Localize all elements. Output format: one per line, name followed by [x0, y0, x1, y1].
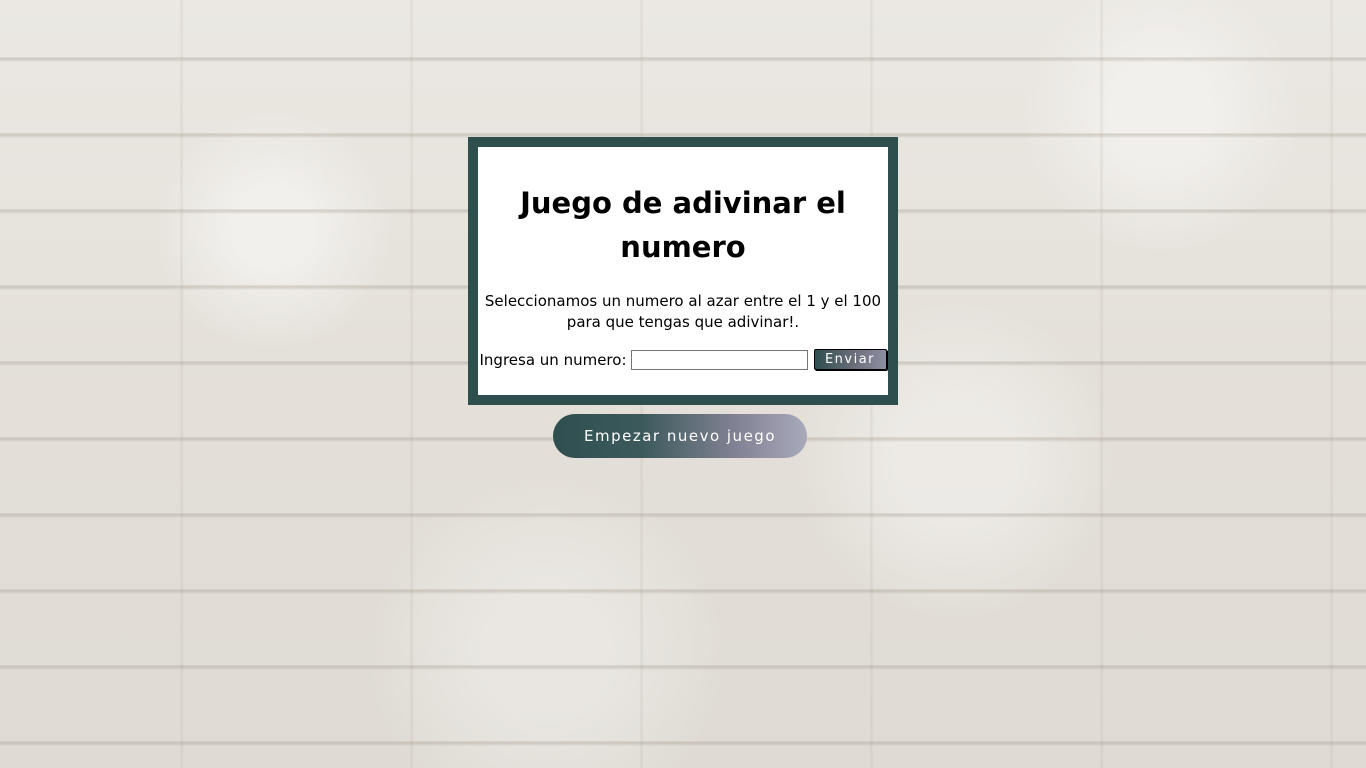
guess-input-label: Ingresa un numero: — [479, 350, 627, 369]
game-panel: Juego de adivinar el numero Seleccionamo… — [468, 137, 898, 405]
new-game-button[interactable]: Empezar nuevo juego — [553, 414, 807, 458]
guess-input[interactable] — [630, 349, 808, 370]
guess-form: Ingresa un numero: Enviar — [478, 349, 888, 370]
game-description: Seleccionamos un numero al azar entre el… — [484, 292, 882, 331]
game-title: Juego de adivinar el numero — [520, 186, 846, 264]
send-button[interactable]: Enviar — [813, 349, 887, 370]
